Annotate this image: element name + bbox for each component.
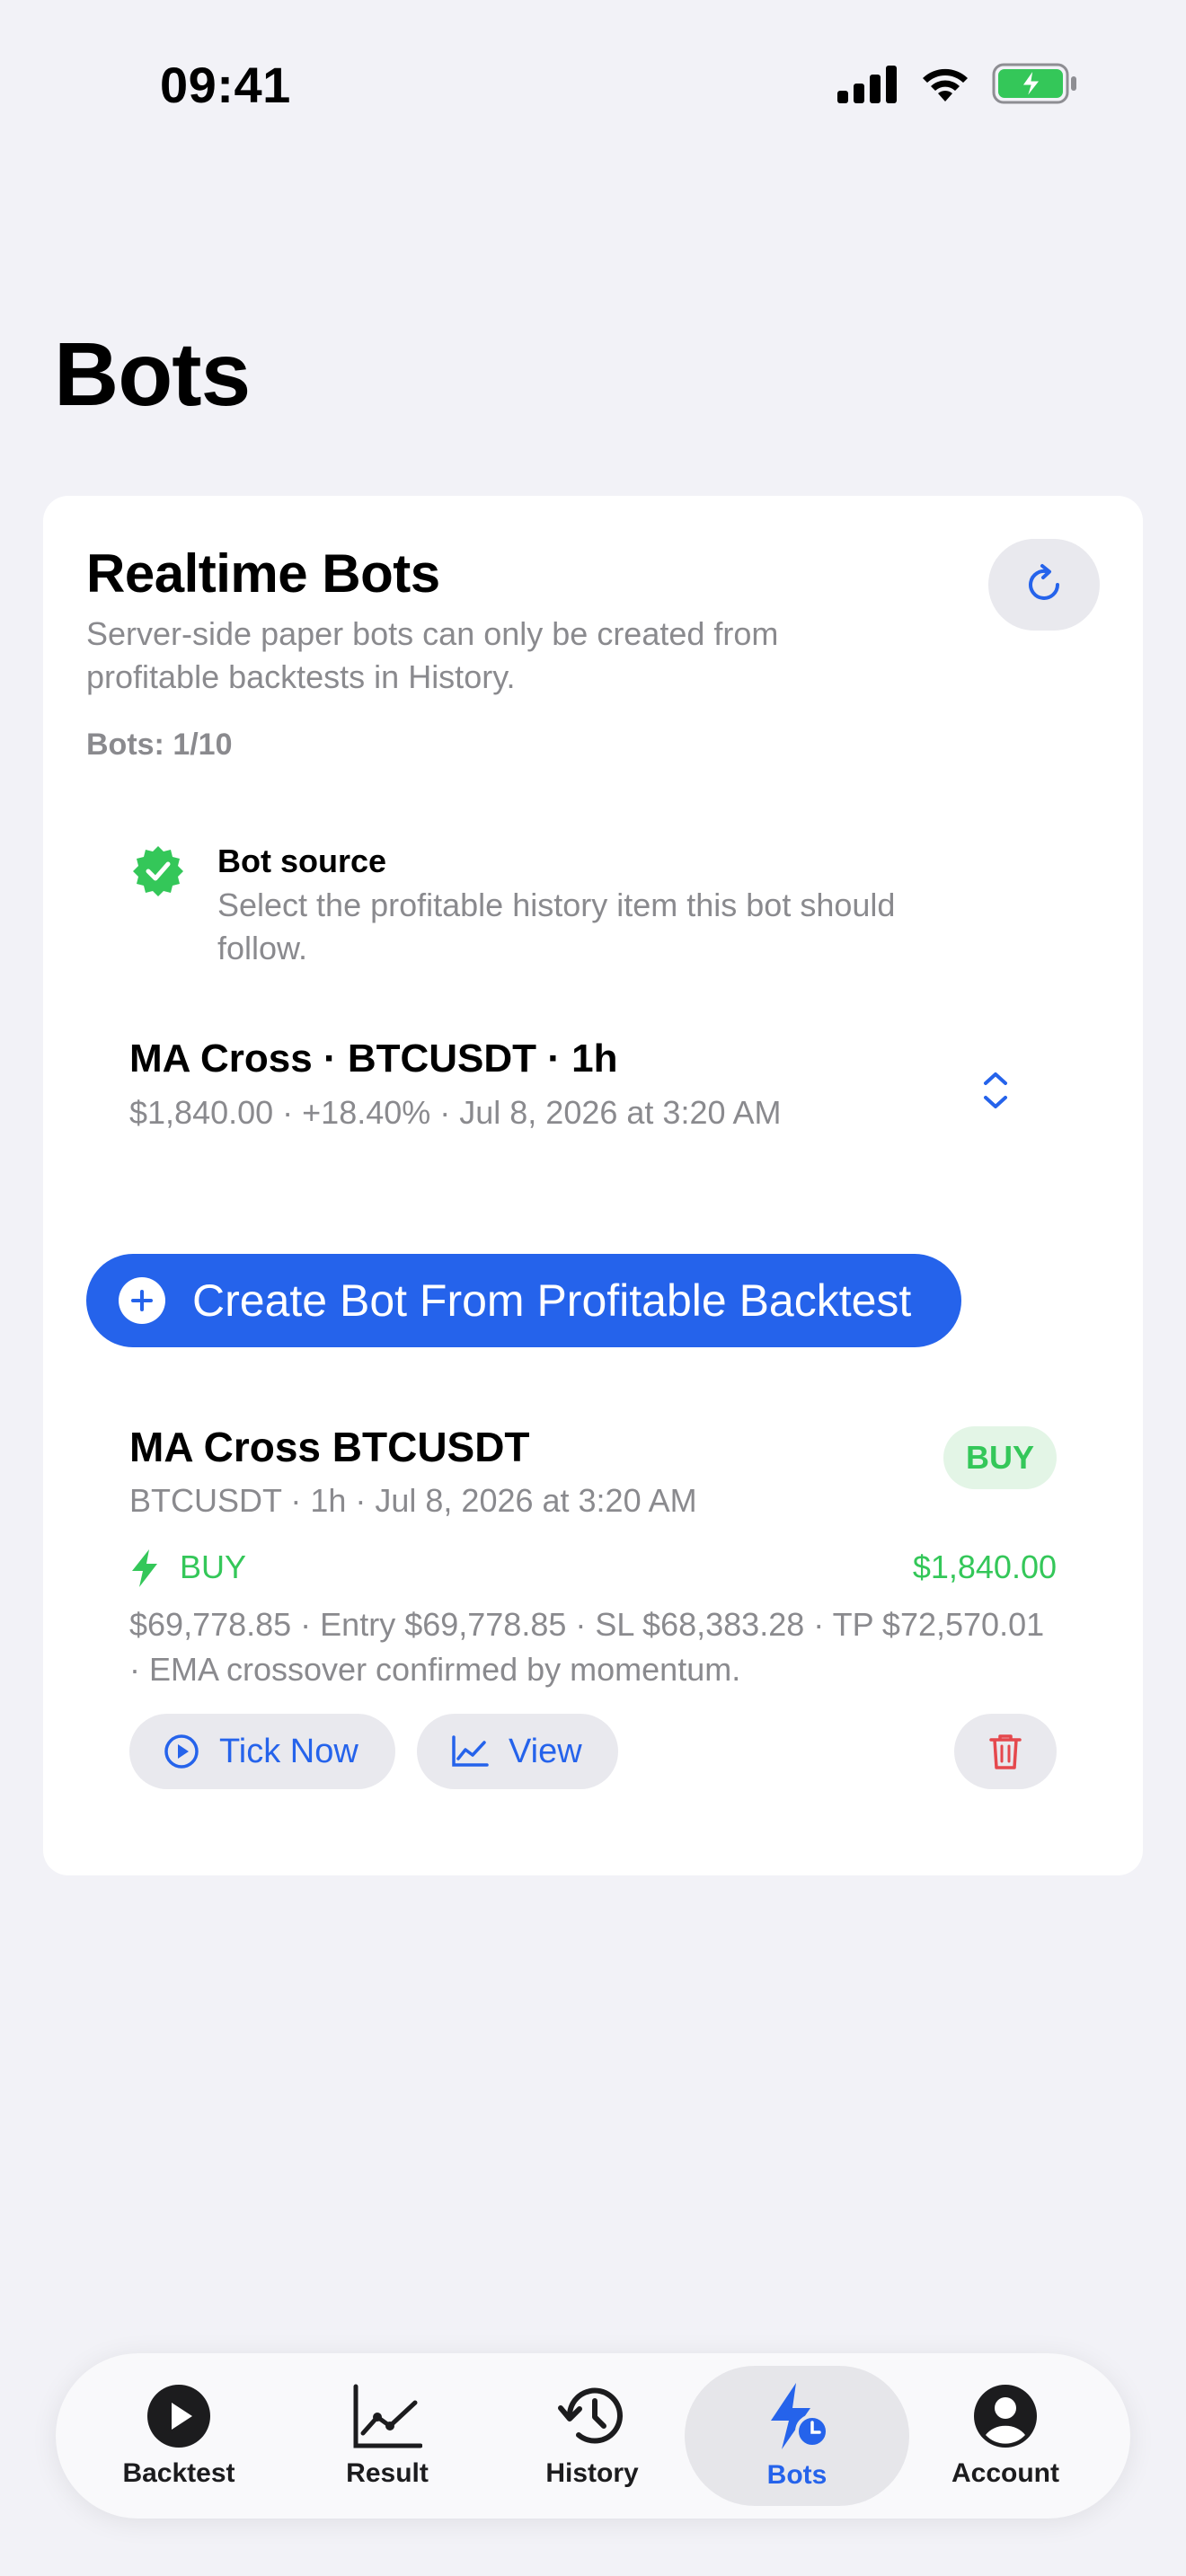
tab-label-bots: Bots — [766, 2460, 828, 2490]
create-bot-label: Create Bot From Profitable Backtest — [192, 1275, 912, 1326]
status-icons — [837, 63, 1078, 104]
tick-now-button[interactable]: Tick Now — [129, 1714, 395, 1789]
chart-line-icon — [452, 1735, 489, 1767]
tick-now-label: Tick Now — [219, 1732, 358, 1770]
tab-bar: Backtest Result History Bots Account — [56, 2353, 1130, 2519]
page-title: Bots — [54, 324, 251, 425]
history-icon — [558, 2387, 623, 2444]
picker-title: MA Cross · BTCUSDT · 1h — [129, 1037, 618, 1081]
signal-label: BUY — [180, 1548, 247, 1585]
tab-label-backtest: Backtest — [122, 2458, 235, 2488]
refresh-icon — [1029, 564, 1059, 600]
bolt-clock-icon — [771, 2383, 829, 2449]
person-circle-icon — [974, 2385, 1037, 2448]
tab-account[interactable]: Account — [893, 2366, 1118, 2506]
verified-checkmark-icon — [133, 846, 183, 896]
tab-label-account: Account — [951, 2458, 1059, 2488]
trash-icon — [989, 1734, 1022, 1769]
bot-meta: BTCUSDT · 1h · Jul 8, 2026 at 3:20 AM — [129, 1482, 697, 1519]
status-bar: 09:41 — [0, 0, 1186, 180]
card-description: Server-side paper bots can only be creat… — [86, 615, 779, 695]
view-label: View — [509, 1732, 582, 1770]
bot-name: MA Cross BTCUSDT — [129, 1424, 530, 1470]
play-circle-icon — [147, 2385, 210, 2448]
wifi-icon — [923, 68, 968, 101]
refresh-button[interactable] — [988, 539, 1100, 631]
tab-result[interactable]: Result — [275, 2366, 500, 2506]
realtime-bots-card: Realtime Bots Server-side paper bots can… — [43, 496, 1143, 1875]
plus-icon — [119, 1277, 165, 1324]
bot-source-title: Bot source — [217, 842, 387, 879]
chevron-up-down-icon[interactable] — [978, 1067, 1013, 1114]
bot-detail: $69,778.85 · Entry $69,778.85 · SL $68,3… — [129, 1606, 1045, 1688]
tab-label-history: History — [545, 2458, 639, 2488]
card-title: Realtime Bots — [86, 543, 440, 604]
tab-label-result: Result — [346, 2458, 429, 2488]
signal-value: $1,840.00 — [912, 1548, 1057, 1585]
view-button[interactable]: View — [417, 1714, 618, 1789]
delete-bot-button[interactable] — [954, 1714, 1057, 1789]
battery-charging-icon — [992, 63, 1076, 104]
create-bot-button[interactable]: Create Bot From Profitable Backtest — [86, 1254, 961, 1347]
tab-bots[interactable]: Bots — [685, 2366, 909, 2506]
status-badge: BUY — [943, 1426, 1057, 1489]
picker-subtitle: $1,840.00 · +18.40% · Jul 8, 2026 at 3:2… — [129, 1094, 782, 1131]
status-time: 09:41 — [160, 57, 291, 113]
chart-line-icon — [353, 2384, 422, 2448]
bolt-icon — [132, 1549, 157, 1587]
bot-source-description: Select the profitable history item this … — [217, 887, 896, 966]
tab-backtest[interactable]: Backtest — [66, 2366, 291, 2506]
bots-count: Bots: 1/10 — [86, 728, 233, 762]
play-circle-icon — [164, 1734, 199, 1769]
cellular-signal-icon — [837, 66, 897, 103]
tab-history[interactable]: History — [480, 2366, 704, 2506]
